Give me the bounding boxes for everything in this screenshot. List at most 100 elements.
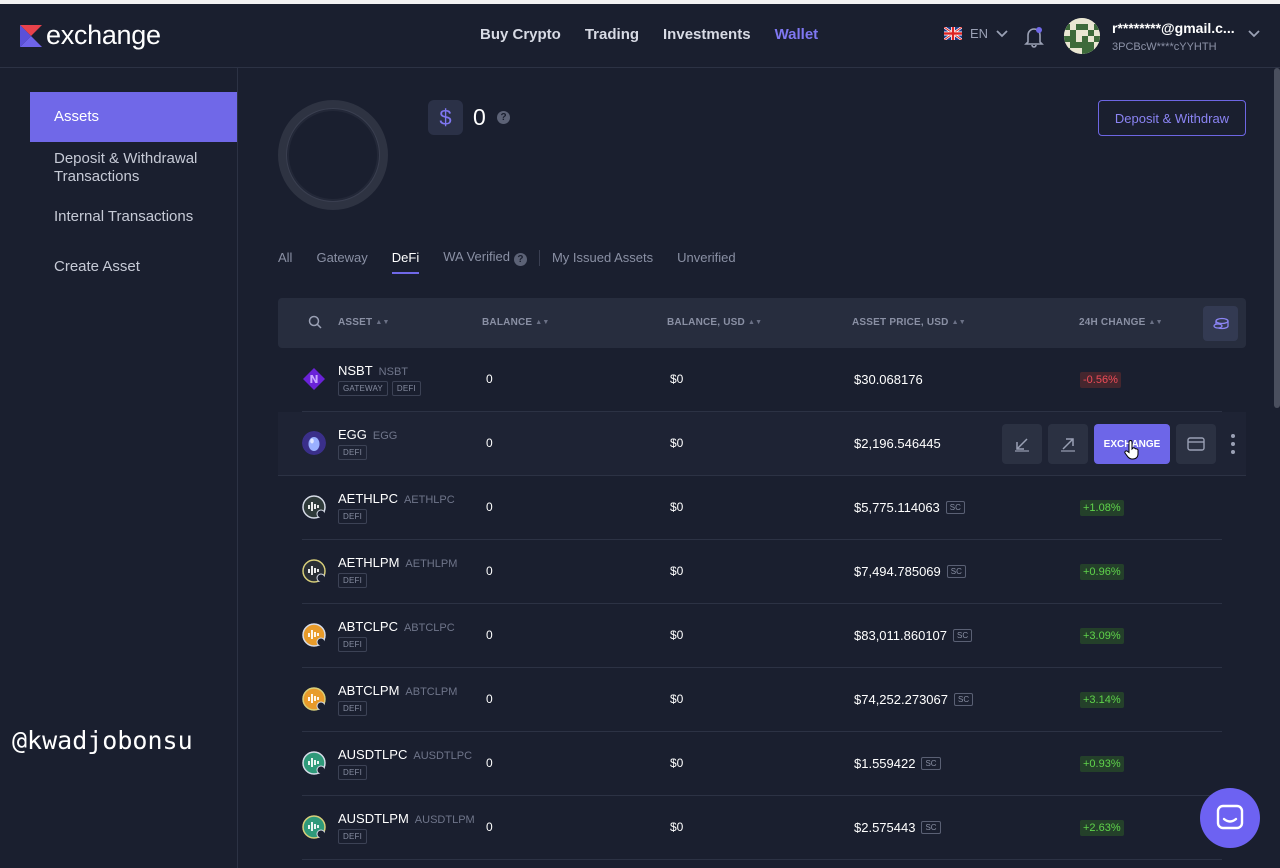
buy-card-button[interactable] bbox=[1176, 424, 1216, 464]
balance-usd-value: $0 bbox=[670, 500, 684, 514]
asset-name: EGG EGG bbox=[338, 427, 397, 442]
smart-contract-badge: SC bbox=[953, 693, 974, 706]
balance-value: 0 bbox=[486, 500, 493, 514]
nav-investments[interactable]: Investments bbox=[663, 26, 751, 43]
aethlpm-coin-icon bbox=[302, 559, 326, 583]
abtclpc-coin-icon bbox=[302, 623, 326, 647]
egg-coin-icon bbox=[302, 431, 326, 455]
chat-icon bbox=[1216, 804, 1244, 830]
user-avatar[interactable] bbox=[1064, 18, 1100, 54]
header-balance-usd-label: BALANCE, USD bbox=[667, 317, 745, 328]
nav-wallet[interactable]: Wallet bbox=[775, 26, 819, 43]
balance-usd-value: $0 bbox=[670, 692, 684, 706]
asset-price: $30.068176 bbox=[854, 372, 923, 387]
top-header: exchange Buy Crypto Trading Investments … bbox=[0, 4, 1280, 68]
tab-my-issued-assets[interactable]: My Issued Assets bbox=[552, 250, 653, 273]
asset-price: $5,775.114063 SC bbox=[854, 500, 965, 515]
table-row[interactable]: AETHLPM AETHLPM DEFI 0 $0 $7,494.785069 SC… bbox=[302, 540, 1222, 604]
search-icon[interactable] bbox=[308, 315, 322, 329]
coins-view-button[interactable] bbox=[1203, 306, 1238, 341]
logo-text: exchange bbox=[46, 20, 161, 50]
asset-name: NSBT NSBT bbox=[338, 363, 408, 378]
asset-name: AUSDTLPM AUSDTLPM bbox=[338, 811, 475, 826]
asset-symbol: ABTCLPM bbox=[405, 686, 458, 698]
header-asset[interactable]: ASSET ▲▼ bbox=[338, 317, 390, 328]
page-scrollbar[interactable] bbox=[1274, 68, 1280, 408]
table-row[interactable]: ABTCLPC ABTCLPC DEFI 0 $0 $83,011.860107 S… bbox=[302, 604, 1222, 668]
balance-value: 0 bbox=[486, 756, 493, 770]
header-asset-price[interactable]: ASSET PRICE, USD ▲▼ bbox=[852, 317, 966, 328]
tag-defi: DEFI bbox=[338, 765, 368, 780]
notification-bell-icon[interactable] bbox=[1024, 26, 1044, 48]
chevron-down-icon bbox=[996, 29, 1008, 37]
tab-defi[interactable]: DeFi bbox=[391, 250, 420, 274]
header-balance-usd[interactable]: BALANCE, USD ▲▼ bbox=[667, 317, 762, 328]
nav-buy-crypto[interactable]: Buy Crypto bbox=[480, 26, 561, 43]
user-menu-chevron-icon[interactable] bbox=[1248, 30, 1260, 38]
header-24h-change[interactable]: 24H CHANGE ▲▼ bbox=[1079, 317, 1163, 328]
smart-contract-badge: SC bbox=[921, 757, 941, 770]
header-asset-label: ASSET bbox=[338, 317, 373, 328]
smart-contract-badge: SC bbox=[921, 821, 941, 834]
sidebar-item-assets[interactable]: Assets bbox=[30, 92, 237, 142]
deposit-button[interactable] bbox=[1002, 424, 1042, 464]
balance-value: 0 bbox=[486, 628, 493, 642]
tab-unverified[interactable]: Unverified bbox=[677, 250, 736, 273]
table-row[interactable]: ABTCLPM ABTCLPM DEFI 0 $0 $74,252.273067 S… bbox=[302, 668, 1222, 732]
header-balance[interactable]: BALANCE ▲▼ bbox=[482, 317, 550, 328]
asset-price-value: $5,775.114063 bbox=[854, 500, 940, 515]
asset-name-text: ABTCLPM bbox=[338, 683, 400, 698]
sidebar-item-create-asset[interactable]: Create Asset bbox=[30, 258, 237, 276]
asset-name-text: AETHLPM bbox=[338, 555, 400, 570]
help-icon[interactable]: ? bbox=[497, 111, 510, 124]
nav-trading[interactable]: Trading bbox=[585, 26, 639, 43]
asset-name: AUSDTLPC AUSDTLPC bbox=[338, 747, 472, 762]
tab-gateway[interactable]: Gateway bbox=[316, 250, 367, 273]
main-nav: Buy Crypto Trading Investments Wallet bbox=[480, 26, 818, 43]
table-row[interactable]: AETHLPC AETHLPC DEFI 0 $0 $5,775.114063 SC… bbox=[302, 476, 1222, 540]
balance-usd-value: $0 bbox=[670, 372, 684, 386]
asset-symbol: AUSDTLPC bbox=[413, 750, 473, 762]
watermark-text: @kwadjobonsu bbox=[12, 726, 193, 755]
help-icon[interactable]: ? bbox=[513, 253, 527, 266]
asset-tags: DEFI bbox=[338, 637, 368, 652]
more-options-icon[interactable] bbox=[1228, 434, 1238, 454]
balance-usd-value: $0 bbox=[670, 756, 684, 770]
asset-price: $74,252.273067 SC bbox=[854, 692, 974, 707]
support-chat-button[interactable] bbox=[1200, 788, 1260, 848]
table-row[interactable]: N NSBT NSBT GATEWAY DEFI 0 $0 $30.068176 -… bbox=[302, 348, 1222, 412]
table-row[interactable]: AUSDTLPM AUSDTLPM DEFI 0 $0 $2.575443 SC +… bbox=[302, 796, 1222, 860]
tag-defi: DEFI bbox=[338, 701, 368, 716]
sidebar-item-deposit-withdrawal[interactable]: Deposit & Withdrawal Transactions bbox=[30, 150, 230, 186]
tab-all[interactable]: All bbox=[278, 250, 292, 273]
deposit-withdraw-button[interactable]: Deposit & Withdraw bbox=[1098, 100, 1246, 136]
language-selector[interactable]: EN bbox=[944, 26, 1008, 41]
svg-text:N: N bbox=[309, 373, 318, 386]
total-balance: 0 bbox=[473, 104, 486, 130]
tag-defi: DEFI bbox=[338, 509, 368, 524]
asset-price: $83,011.860107 SC bbox=[854, 628, 973, 643]
abtclpm-coin-icon bbox=[302, 687, 326, 711]
change-badge: +3.09% bbox=[1080, 628, 1124, 644]
uk-flag-icon bbox=[944, 27, 962, 40]
withdraw-button[interactable] bbox=[1048, 424, 1088, 464]
credit-card-icon bbox=[1187, 437, 1205, 451]
asset-name-text: AUSDTLPC bbox=[338, 747, 408, 762]
ausdtlpc-coin-icon bbox=[302, 751, 326, 775]
asset-price-value: $30.068176 bbox=[854, 372, 923, 387]
user-address: 3PCBcW****cYYHTH bbox=[1112, 41, 1217, 53]
asset-tags: DEFI bbox=[338, 509, 368, 524]
tab-wa-verified[interactable]: WA Verified? bbox=[443, 249, 527, 274]
change-badge: +1.08% bbox=[1080, 500, 1124, 516]
asset-symbol: AETHLPM bbox=[405, 558, 458, 570]
table-row[interactable]: AUSDTLPC AUSDTLPC DEFI 0 $0 $1.559422 SC +… bbox=[302, 732, 1222, 796]
asset-price: $2,196.546445 bbox=[854, 436, 941, 451]
sidebar-item-internal-transactions[interactable]: Internal Transactions bbox=[30, 208, 237, 226]
smart-contract-badge: SC bbox=[945, 501, 965, 514]
user-email[interactable]: r********@gmail.c... bbox=[1112, 20, 1235, 36]
asset-name: AETHLPC AETHLPC bbox=[338, 491, 455, 506]
asset-tags: GATEWAY DEFI bbox=[338, 381, 421, 396]
table-row[interactable]: EGGEGG DEFI 0 $0 $2,196.546445 EXCHANGE bbox=[278, 412, 1246, 476]
asset-name: ABTCLPM ABTCLPM bbox=[338, 683, 457, 698]
logo[interactable]: exchange bbox=[20, 20, 161, 51]
